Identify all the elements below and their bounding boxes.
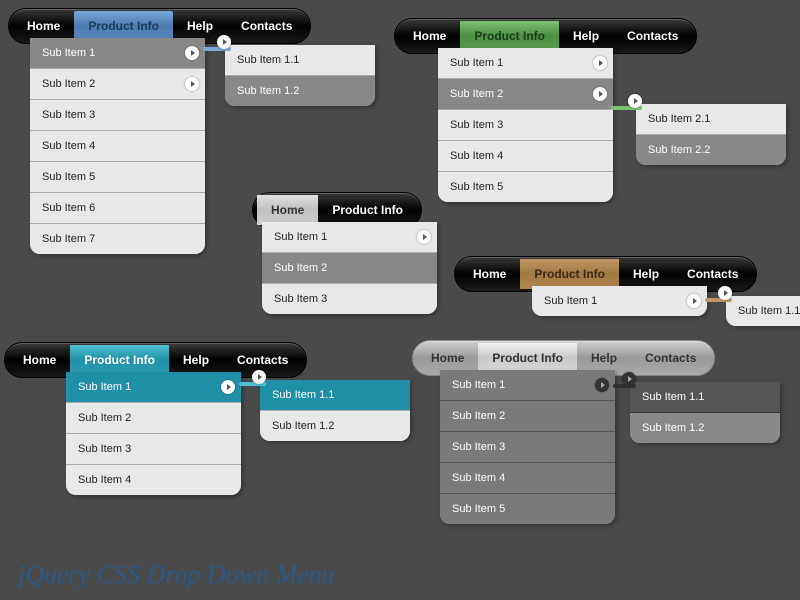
dropdown-green: Sub Item 1Sub Item 2Sub Item 3Sub Item 4… [438, 48, 613, 202]
expand-icon[interactable] [221, 380, 235, 394]
menu-tab-home[interactable]: Home [257, 195, 318, 225]
dropdown-item[interactable]: Sub Item 5 [438, 172, 613, 202]
dropdown-item[interactable]: Sub Item 1 [30, 38, 205, 69]
dropdown-silver: Sub Item 1Sub Item 2Sub Item 3Sub Item 4… [440, 370, 615, 524]
menu-tab-home[interactable]: Home [417, 343, 478, 373]
dropdown-item[interactable]: Sub Item 1 [438, 48, 613, 79]
dropdown-item[interactable]: Sub Item 1 [440, 370, 615, 401]
menu-tab-contacts[interactable]: Contacts [227, 11, 306, 41]
dropdown-item[interactable]: Sub Item 7 [30, 224, 205, 254]
submenu-item[interactable]: Sub Item 1.2 [225, 76, 375, 106]
connector-knob-icon [252, 370, 266, 384]
dropdown-item[interactable]: Sub Item 2 [262, 253, 437, 284]
dropdown-item[interactable]: Sub Item 1 [66, 372, 241, 403]
expand-icon[interactable] [417, 230, 431, 244]
menu-tab-product-info[interactable]: Product Info [74, 11, 173, 41]
submenu-item[interactable]: Sub Item 1.2 [630, 413, 780, 443]
expand-icon[interactable] [185, 77, 199, 91]
expand-icon[interactable] [593, 87, 607, 101]
submenu-green: Sub Item 2.1Sub Item 2.2 [636, 104, 786, 165]
menu-tab-product-info[interactable]: Product Info [478, 343, 577, 373]
menu-tab-help[interactable]: Help [619, 259, 673, 289]
menu-tab-help[interactable]: Help [577, 343, 631, 373]
menu-tab-product-info[interactable]: Product Info [460, 21, 559, 51]
dropdown-item[interactable]: Sub Item 3 [262, 284, 437, 314]
dropdown-brown: Sub Item 1 [532, 286, 707, 316]
submenu-item[interactable]: Sub Item 1.1 [225, 45, 375, 76]
dropdown-item[interactable]: Sub Item 2 [440, 401, 615, 432]
dropdown-item[interactable]: Sub Item 3 [440, 432, 615, 463]
menu-tab-home[interactable]: Home [399, 21, 460, 51]
dropdown-teal: Sub Item 1Sub Item 2Sub Item 3Sub Item 4 [66, 372, 241, 495]
expand-icon[interactable] [593, 56, 607, 70]
dropdown-blue: Sub Item 1Sub Item 2Sub Item 3Sub Item 4… [30, 38, 205, 254]
connector-knob-icon [622, 372, 636, 386]
submenu-teal: Sub Item 1.1Sub Item 1.2 [260, 380, 410, 441]
dropdown-mid: Sub Item 1Sub Item 2Sub Item 3 [262, 222, 437, 314]
submenu-item[interactable]: Sub Item 1.1 [260, 380, 410, 411]
dropdown-item[interactable]: Sub Item 5 [440, 494, 615, 524]
submenu-item[interactable]: Sub Item 2.2 [636, 135, 786, 165]
menu-tab-product-info[interactable]: Product Info [70, 345, 169, 375]
expand-icon[interactable] [595, 378, 609, 392]
dropdown-item[interactable]: Sub Item 3 [66, 434, 241, 465]
dropdown-item[interactable]: Sub Item 1 [532, 286, 707, 316]
menu-tab-product-info[interactable]: Product Info [318, 195, 417, 225]
menu-tab-product-info[interactable]: Product Info [520, 259, 619, 289]
dropdown-item[interactable]: Sub Item 4 [438, 141, 613, 172]
dropdown-item[interactable]: Sub Item 2 [438, 79, 613, 110]
submenu-item[interactable]: Sub Item 1.2 [260, 411, 410, 441]
menu-tab-home[interactable]: Home [9, 345, 70, 375]
menu-tab-contacts[interactable]: Contacts [631, 343, 710, 373]
menu-tab-help[interactable]: Help [169, 345, 223, 375]
menu-tab-home[interactable]: Home [459, 259, 520, 289]
connector-knob-icon [628, 94, 642, 108]
dropdown-item[interactable]: Sub Item 3 [438, 110, 613, 141]
dropdown-item[interactable]: Sub Item 5 [30, 162, 205, 193]
submenu-brown: Sub Item 1.1 [726, 296, 800, 326]
submenu-item[interactable]: Sub Item 1.1 [726, 296, 800, 326]
dropdown-item[interactable]: Sub Item 2 [30, 69, 205, 100]
menu-tab-home[interactable]: Home [13, 11, 74, 41]
expand-icon[interactable] [687, 294, 701, 308]
menu-tab-help[interactable]: Help [559, 21, 613, 51]
submenu-silver: Sub Item 1.1Sub Item 1.2 [630, 382, 780, 443]
dropdown-item[interactable]: Sub Item 4 [440, 463, 615, 494]
connector-knob-icon [217, 35, 231, 49]
dropdown-item[interactable]: Sub Item 6 [30, 193, 205, 224]
submenu-item[interactable]: Sub Item 1.1 [630, 382, 780, 413]
dropdown-item[interactable]: Sub Item 4 [66, 465, 241, 495]
submenu-blue: Sub Item 1.1Sub Item 1.2 [225, 45, 375, 106]
menu-tab-contacts[interactable]: Contacts [613, 21, 692, 51]
connector-knob-icon [718, 286, 732, 300]
dropdown-item[interactable]: Sub Item 4 [30, 131, 205, 162]
dropdown-item[interactable]: Sub Item 2 [66, 403, 241, 434]
dropdown-item[interactable]: Sub Item 3 [30, 100, 205, 131]
dropdown-item[interactable]: Sub Item 1 [262, 222, 437, 253]
expand-icon[interactable] [185, 46, 199, 60]
page-title: jQuery CSS Drop Down Menu [18, 560, 335, 590]
menu-tab-contacts[interactable]: Contacts [673, 259, 752, 289]
submenu-item[interactable]: Sub Item 2.1 [636, 104, 786, 135]
